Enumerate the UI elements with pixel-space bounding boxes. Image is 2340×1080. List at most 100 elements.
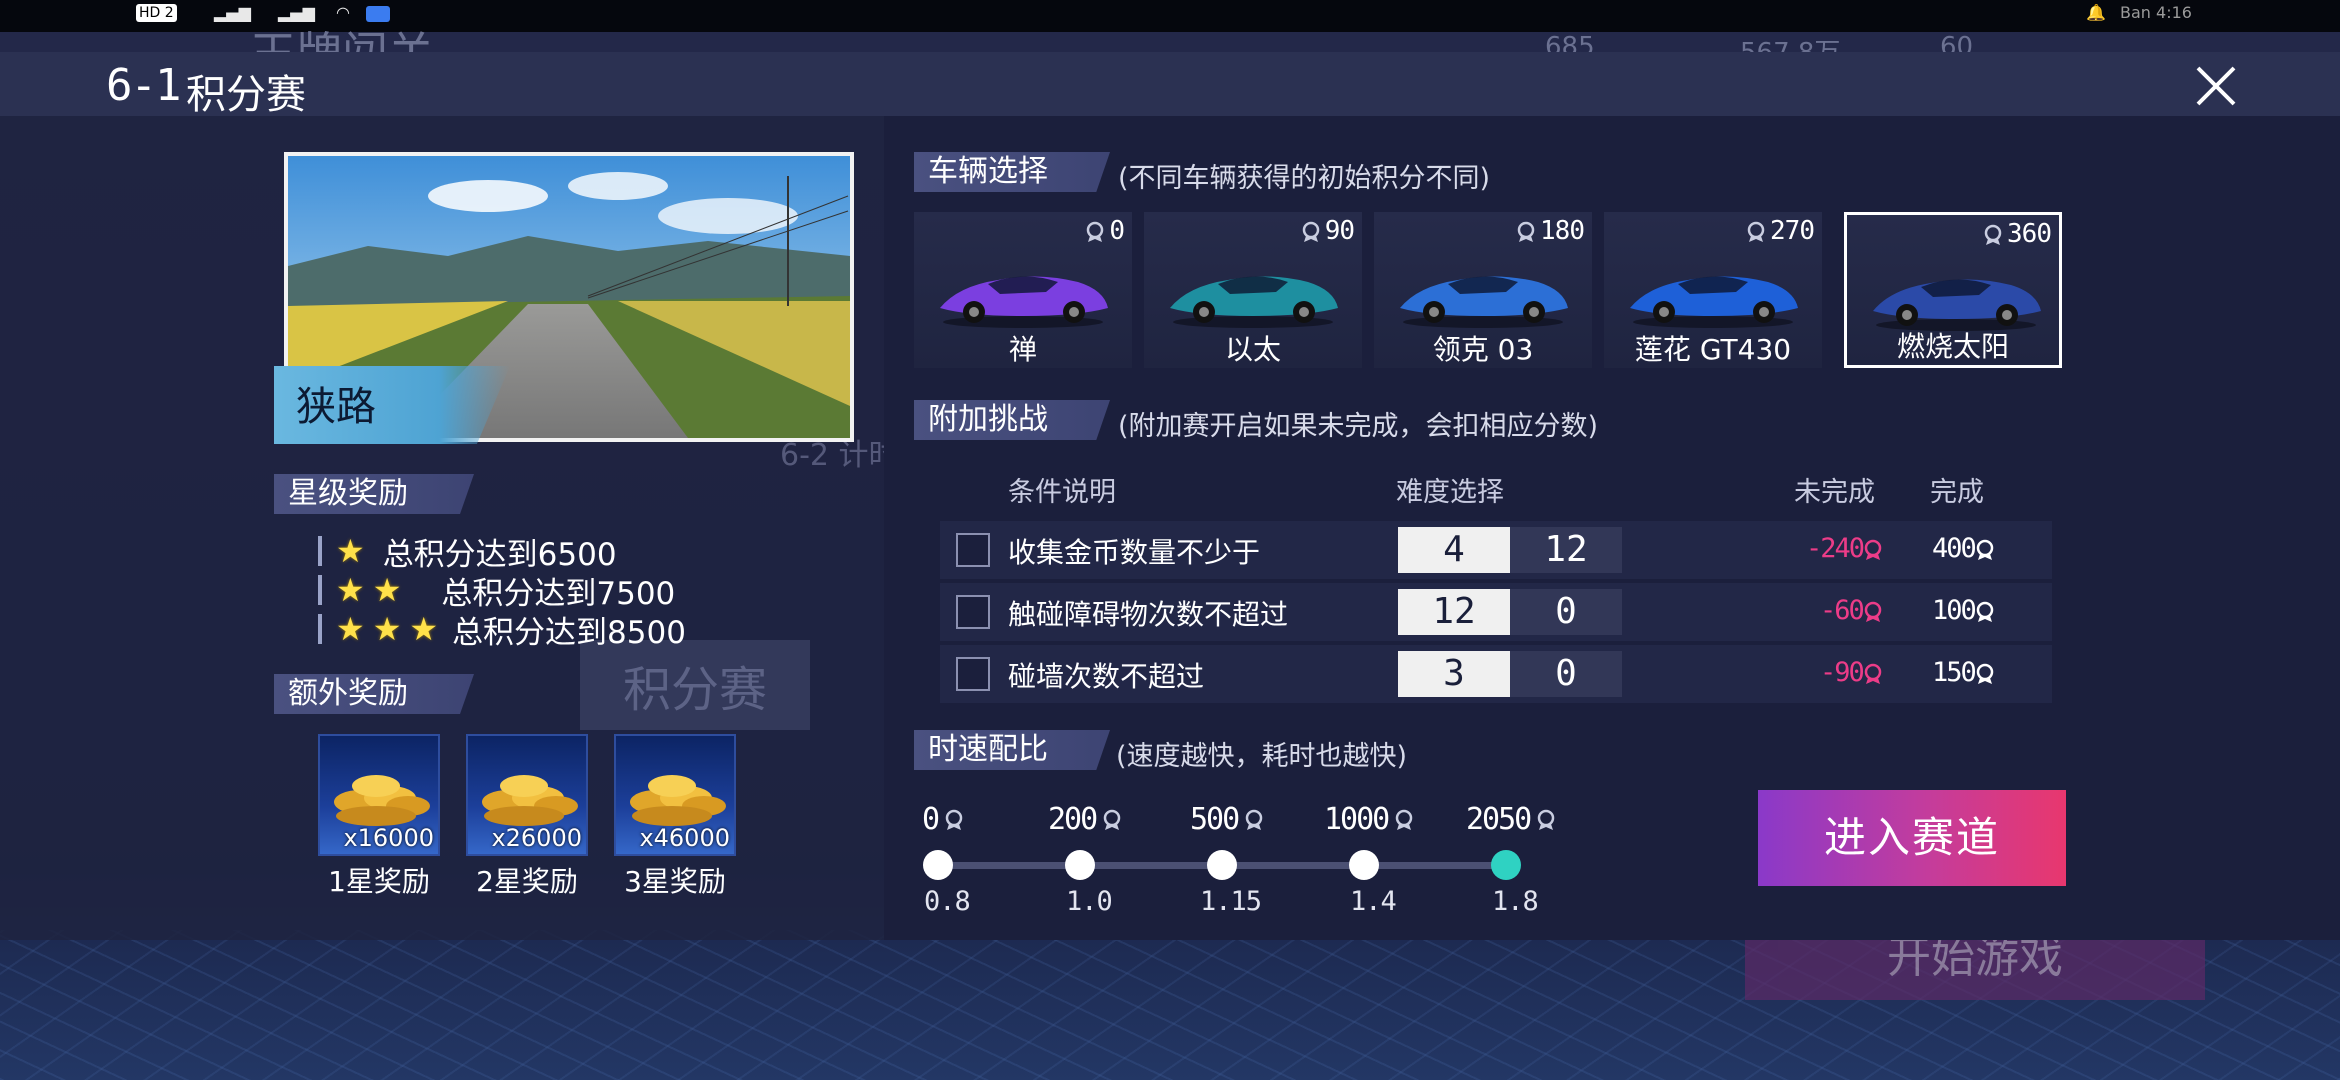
penalty-value: -90	[1820, 657, 1883, 688]
speed-cost-label: 1000	[1324, 802, 1414, 837]
penalty-value: -60	[1820, 595, 1883, 626]
dialog-header	[0, 52, 2340, 116]
bell-icon: 🔔	[2086, 3, 2106, 22]
difficulty-option-selected[interactable]: 3	[1398, 651, 1510, 697]
reward-3[interactable]: x46000	[614, 734, 736, 856]
extra-rewards-title: 额外奖励	[274, 674, 474, 714]
car-cost-value: 360	[2007, 219, 2052, 249]
points-medal-icon	[1245, 809, 1263, 830]
reward-number: 400	[1932, 533, 1977, 564]
reward-2[interactable]: x26000	[466, 734, 588, 856]
speed-cost-label: 0	[922, 802, 964, 837]
speed-cost-label: 200	[1048, 802, 1122, 837]
points-medal-icon	[1396, 809, 1413, 830]
car-cost-medal	[1301, 216, 1321, 246]
star-icon: ★	[336, 610, 365, 648]
star-icon: ★	[372, 610, 402, 648]
points-medal-icon	[1864, 663, 1882, 684]
car-image	[940, 276, 1108, 328]
speed-ratio-title: 时速配比	[914, 730, 1110, 770]
challenge-description: 收集金币数量不少于	[1008, 536, 1261, 569]
points-medal-icon	[1747, 221, 1765, 242]
challenge-checkbox[interactable]	[956, 533, 990, 567]
car-card-3[interactable]: 180 领克 03	[1374, 212, 1592, 368]
car-cost-value: 270	[1770, 216, 1815, 246]
reward-quantity: x46000	[639, 824, 730, 852]
car-name: 禅	[1008, 333, 1037, 366]
speed-multiplier: 1.15	[1200, 886, 1262, 917]
car-image	[1873, 279, 2041, 331]
car-card-2[interactable]: 90 以太	[1144, 212, 1362, 368]
car-cost: 180	[1516, 216, 1585, 246]
car-image	[1400, 276, 1568, 328]
vehicle-select-title: 车辆选择	[914, 152, 1110, 192]
race-number: 6-1	[106, 60, 181, 111]
points-medal-icon	[1517, 221, 1535, 242]
reward-label: 3星奖励	[624, 865, 726, 898]
star-icon: ★	[336, 571, 365, 609]
signal-icon: ▂▄▆	[214, 3, 251, 22]
row-bar	[318, 536, 322, 566]
reward-1[interactable]: x16000	[318, 734, 440, 856]
challenge-row-1: 收集金币数量不少于 4 12 -240 400	[940, 521, 2052, 579]
star-icon: ★	[409, 610, 439, 648]
car-cost: 0	[1085, 216, 1125, 246]
reward-quantity: x16000	[343, 824, 434, 852]
star-rewards-title: 星级奖励	[274, 474, 474, 514]
reward-number: 150	[1932, 657, 1977, 688]
speed-knob-2[interactable]	[1065, 850, 1095, 880]
points-medal-icon	[1984, 224, 2002, 245]
points-medal-icon	[1087, 221, 1104, 242]
car-image	[1630, 276, 1798, 328]
challenge-description: 触碰障碍物次数不超过	[1008, 598, 1289, 631]
car-card-1[interactable]: 0禅	[914, 212, 1132, 368]
car-cost-medal	[1516, 216, 1536, 246]
header-complete: 完成	[1930, 477, 1984, 508]
star-icon: ★	[372, 571, 402, 609]
car-name: 莲花 GT430	[1634, 333, 1792, 366]
points-medal-icon	[1976, 663, 1994, 684]
hd-badge: HD 2	[136, 4, 177, 22]
reward-quantity: x26000	[491, 824, 582, 852]
speed-knob-3[interactable]	[1207, 850, 1237, 880]
car-cost: 270	[1746, 216, 1815, 246]
challenges-subtitle: (附加赛开启如果未完成，会扣相应分数)	[1118, 411, 1599, 442]
reward-value: 100	[1932, 595, 1995, 626]
speed-knob-1[interactable]	[923, 850, 953, 880]
speed-multiplier: 1.8	[1492, 886, 1539, 917]
speed-multiplier: 1.0	[1066, 886, 1113, 917]
enter-track-button[interactable]: 进入赛道	[1758, 790, 2066, 886]
penalty-value: -240	[1806, 533, 1883, 564]
speed-cost-value: 200	[1048, 802, 1098, 837]
speed-knob-4[interactable]	[1349, 850, 1379, 880]
speed-cost-value: 1000	[1324, 802, 1390, 837]
difficulty-option[interactable]: 0	[1510, 651, 1622, 697]
row-bar	[318, 575, 322, 605]
car-card-4[interactable]: 270 莲花 GT430	[1604, 212, 1822, 368]
close-button[interactable]	[2190, 60, 2242, 112]
points-medal-icon	[1103, 809, 1121, 830]
header-incomplete: 未完成	[1794, 477, 1875, 508]
challenge-checkbox[interactable]	[956, 657, 990, 691]
speed-ratio-subtitle: (速度越快，耗时也越快)	[1116, 741, 1408, 772]
close-icon	[2196, 66, 2236, 106]
track-name: 狭路	[296, 384, 376, 430]
reward-label: 2星奖励	[476, 865, 578, 898]
points-medal-icon	[1976, 601, 1994, 622]
car-cost: 90	[1301, 216, 1355, 246]
penalty-number: -60	[1820, 595, 1865, 626]
challenge-description: 碰墙次数不超过	[1008, 660, 1205, 693]
car-cost-value: 0	[1109, 216, 1125, 246]
difficulty-option-selected[interactable]: 12	[1398, 589, 1510, 635]
row-bar	[318, 614, 322, 644]
car-image	[1170, 276, 1338, 328]
speed-knob-5[interactable]	[1491, 850, 1521, 880]
difficulty-option[interactable]: 0	[1510, 589, 1622, 635]
car-card-5[interactable]: 360 燃烧太阳	[1844, 212, 2062, 368]
difficulty-option-selected[interactable]: 4	[1398, 527, 1510, 573]
difficulty-option[interactable]: 12	[1510, 527, 1622, 573]
reward-label: 1星奖励	[328, 865, 430, 898]
penalty-number: -240	[1806, 533, 1865, 564]
challenge-checkbox[interactable]	[956, 595, 990, 629]
speed-cost-label: 2050	[1466, 802, 1556, 837]
